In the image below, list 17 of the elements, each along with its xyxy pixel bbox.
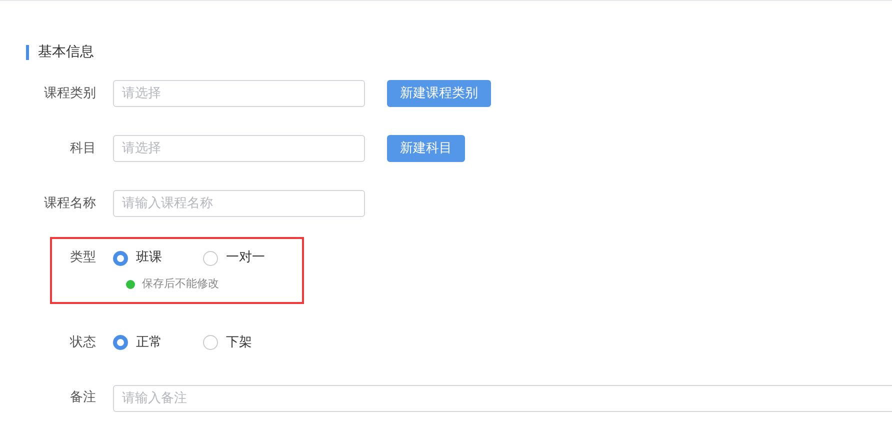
hint-text: 保存后不能修改 bbox=[142, 276, 219, 292]
section-title: 基本信息 bbox=[38, 42, 94, 62]
field-label: 课程名称 bbox=[44, 194, 96, 213]
input-field[interactable]: 请输入课程名称 bbox=[113, 190, 365, 217]
select-field[interactable]: 请选择 bbox=[113, 80, 365, 107]
radio-option[interactable]: 正常 bbox=[113, 332, 203, 352]
field-label: 科目 bbox=[70, 140, 96, 158]
radio-option[interactable]: 下架 bbox=[203, 332, 293, 352]
field-label: 状态 bbox=[70, 334, 96, 352]
field-label: 备注 bbox=[70, 389, 96, 408]
field-label: 类型 bbox=[70, 249, 96, 268]
field-label: 课程类别 bbox=[44, 84, 96, 103]
input-field[interactable]: 请输入备注 bbox=[113, 384, 892, 412]
select-field[interactable]: 请选择 bbox=[113, 135, 365, 162]
radio-option[interactable]: 班课 bbox=[113, 248, 203, 268]
radio-option[interactable]: 一对一 bbox=[203, 248, 293, 268]
accent-bar bbox=[26, 44, 29, 60]
